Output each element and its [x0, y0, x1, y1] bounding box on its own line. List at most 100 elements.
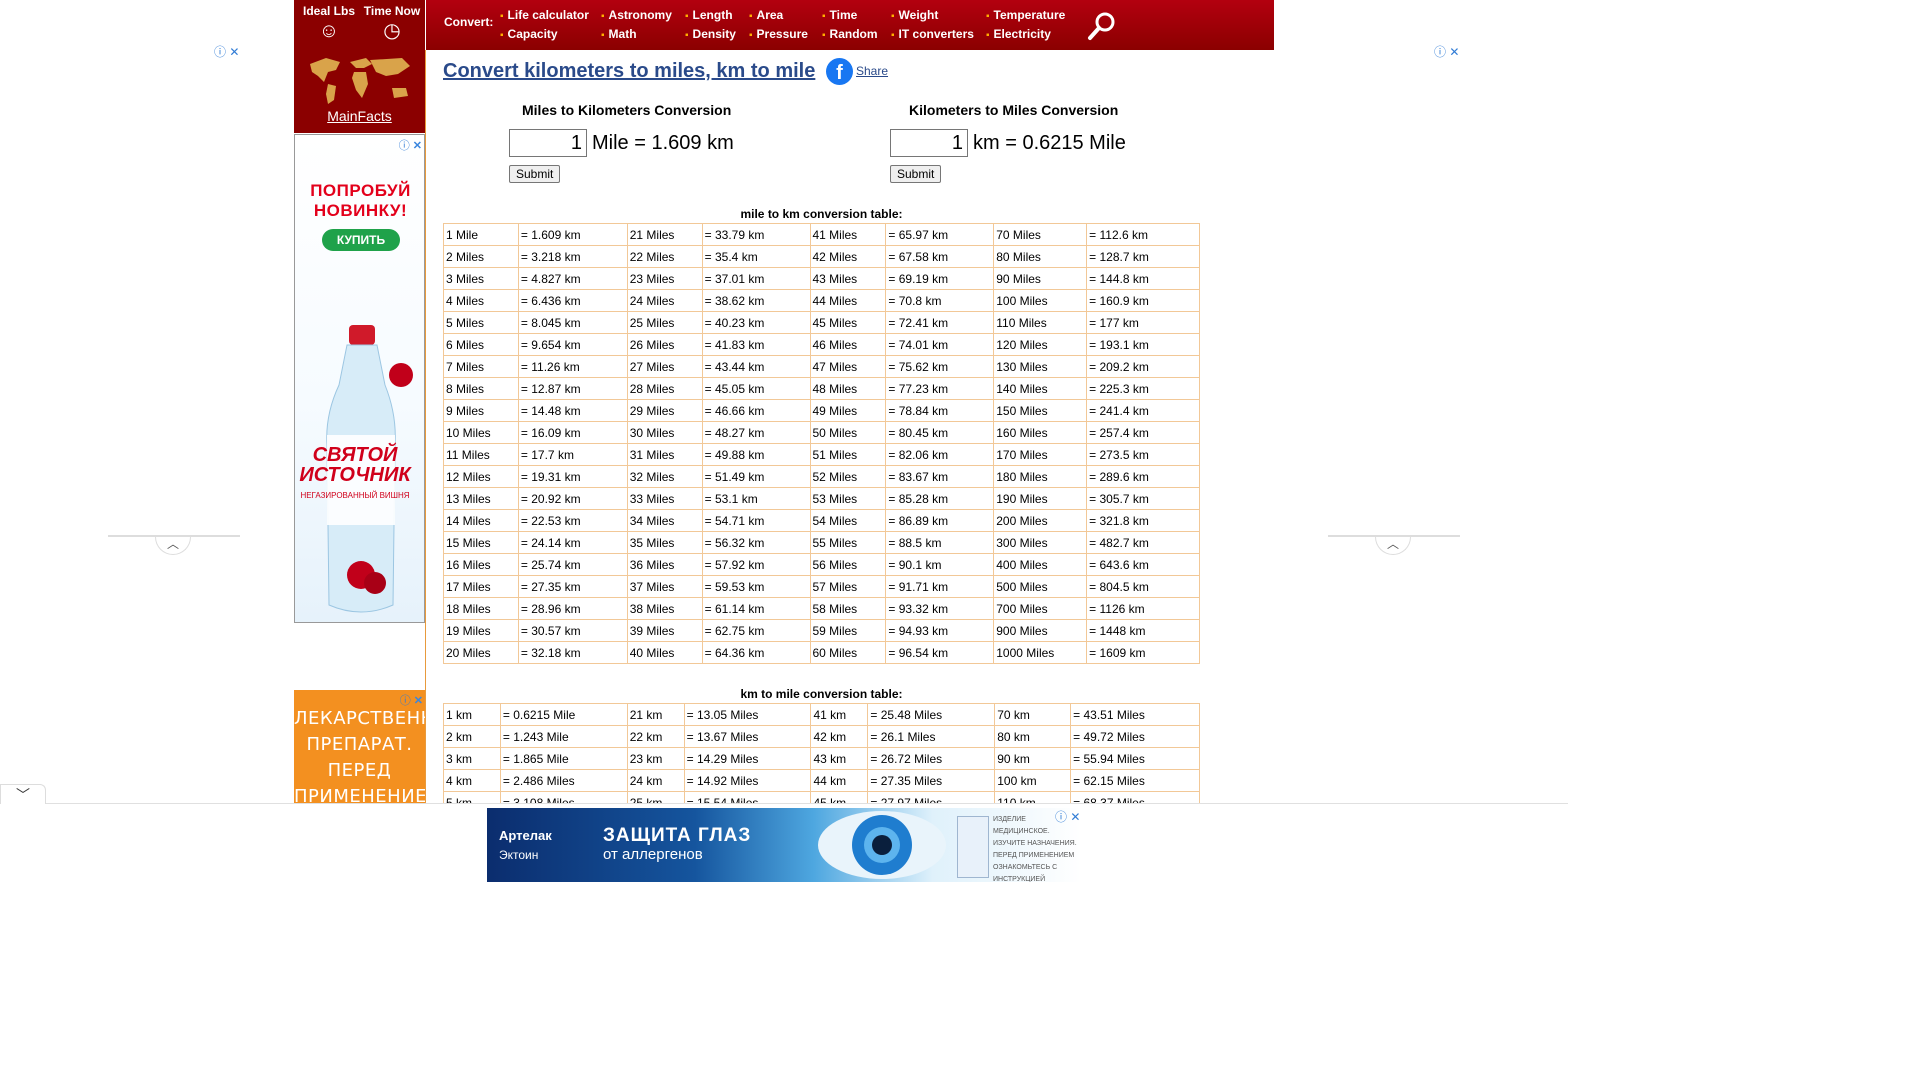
ad-buy-button[interactable]: КУПИТЬ [322, 229, 400, 251]
table-cell-result: = 91.71 km [885, 575, 995, 598]
table-cell-input: 43 km [810, 747, 869, 770]
table-cell-input: 3 Miles [443, 267, 519, 290]
table-cell-result: = 55.94 Miles [1070, 747, 1200, 770]
table-cell-result: = 25.74 km [517, 553, 628, 576]
table-cell-input: 24 Miles [626, 289, 703, 312]
table-cell-input: 29 Miles [626, 399, 703, 422]
miles-input[interactable] [509, 129, 587, 157]
table-cell-result: = 49.88 km [701, 443, 811, 466]
chevron-up-icon[interactable]: ︿ [1375, 537, 1411, 555]
mainfacts-map-link[interactable]: MainFacts [294, 50, 425, 133]
table-cell-result: = 62.15 Miles [1070, 769, 1200, 792]
ideal-lbs-link[interactable]: Ideal Lbs ☺ [298, 4, 360, 42]
table-cell-input: 47 Miles [809, 355, 887, 378]
page: Ideal Lbs ☺ Time Now ◷ MainFacts ⓘ ✕ ПОП… [0, 0, 1568, 882]
table-cell-result: = 305.7 km [1086, 487, 1200, 510]
nav-pressure[interactable]: Pressure [749, 27, 808, 41]
table-cell-input: 70 km [994, 703, 1072, 726]
chevron-down-icon[interactable]: ﹀ [0, 784, 46, 804]
table-cell-input: 20 Miles [443, 641, 519, 664]
share-link[interactable]: Share [856, 64, 888, 78]
table-cell-result: = 14.29 Miles [683, 747, 812, 770]
adchoices-icon[interactable]: ⓘ ✕ [1434, 43, 1459, 60]
nav-astronomy[interactable]: Astronomy [601, 8, 672, 22]
table-cell-input: 23 km [626, 747, 685, 770]
nav-it-converters[interactable]: IT converters [891, 27, 974, 41]
table-cell-input: 49 Miles [809, 399, 887, 422]
table-cell-result: = 46.66 km [701, 399, 811, 422]
ad-brand: Артелак [499, 828, 552, 843]
table-cell-result: = 12.87 km [517, 377, 628, 400]
nav-electricity[interactable]: Electricity [986, 27, 1051, 41]
table-cell-input: 41 Miles [809, 223, 887, 246]
table-cell-input: 100 km [994, 769, 1072, 792]
table-row: 7 Miles = 11.26 km 27 Miles = 43.44 km 47 Mi… [443, 355, 1200, 378]
ad-headline: ПОПРОБУЙ НОВИНКУ! [310, 181, 411, 220]
adchoices-icon[interactable]: ⓘ ✕ [214, 43, 239, 60]
table-cell-result: = 24.14 km [517, 531, 628, 554]
nav-life-calculator[interactable]: Life calculator [500, 8, 589, 22]
table-cell-input: 80 Miles [993, 245, 1088, 268]
table-cell-result: = 3.218 km [517, 245, 628, 268]
adchoices-icon[interactable]: ⓘ ✕ [1055, 808, 1080, 825]
table-cell-input: 24 km [626, 769, 685, 792]
adchoices-icon[interactable]: ⓘ ✕ [399, 137, 422, 153]
table-cell-result: = 160.9 km [1086, 289, 1200, 312]
table-cell-input: 28 Miles [626, 377, 703, 400]
mainfacts-link[interactable]: MainFacts [294, 108, 425, 124]
table-cell-result: = 112.6 km [1086, 223, 1200, 246]
search-icon[interactable] [1086, 10, 1118, 42]
table-cell-input: 500 Miles [993, 575, 1088, 598]
table-cell-input: 42 Miles [809, 245, 887, 268]
table-cell-result: = 177 km [1086, 311, 1200, 334]
table-cell-result: = 643.6 km [1086, 553, 1200, 576]
table-cell-result: = 77.23 km [885, 377, 995, 400]
chevron-up-icon[interactable]: ︿ [155, 537, 191, 555]
table-cell-result: = 56.32 km [701, 531, 811, 554]
table-row: 15 Miles = 24.14 km 35 Miles = 56.32 km 55 M… [443, 531, 1200, 554]
nav-temperature[interactable]: Temperature [986, 8, 1066, 22]
nav-capacity[interactable]: Capacity [500, 27, 558, 41]
nav-length[interactable]: Length [685, 8, 733, 22]
table-row: 3 Miles = 4.827 km 23 Miles = 37.01 km 43 Mi… [443, 267, 1200, 290]
nav-weight[interactable]: Weight [891, 8, 939, 22]
table-cell-input: 17 Miles [443, 575, 519, 598]
table-row: 10 Miles = 16.09 km 30 Miles = 48.27 km 50 M… [443, 421, 1200, 444]
km-input[interactable] [890, 129, 968, 157]
table-row: 14 Miles = 22.53 km 34 Miles = 54.71 km 54 M… [443, 509, 1200, 532]
table-cell-result: = 19.31 km [517, 465, 628, 488]
km-submit-button[interactable]: Submit [890, 165, 942, 183]
nav-time[interactable]: Time [822, 8, 858, 22]
table-cell-input: 80 km [994, 725, 1072, 748]
table-cell-result: = 88.5 km [885, 531, 995, 554]
time-now-link[interactable]: Time Now ◷ [361, 4, 423, 42]
table-cell-result: = 37.01 km [701, 267, 811, 290]
table-cell-result: = 45.05 km [701, 377, 811, 400]
table-row: 1 Mile = 1.609 km 21 Miles = 33.79 km 41 Mil… [443, 223, 1200, 246]
table-cell-input: 44 Miles [809, 289, 887, 312]
left-sidebar: Ideal Lbs ☺ Time Now ◷ MainFacts ⓘ ✕ ПОП… [294, 0, 425, 882]
page-title[interactable]: Convert kilometers to miles, km to mile [443, 60, 815, 83]
left-ad-banner[interactable]: ⓘ ✕ ПОПРОБУЙ НОВИНКУ! КУПИТЬ СВЯТОЙ ИСТО… [294, 134, 425, 623]
table-cell-result: = 80.45 km [885, 421, 995, 444]
table-row: 4 Miles = 6.436 km 24 Miles = 38.62 km 44 Mi… [443, 289, 1200, 312]
table-cell-result: = 75.62 km [885, 355, 995, 378]
table-cell-result: = 72.41 km [885, 311, 995, 334]
table-cell-input: 34 Miles [626, 509, 703, 532]
table-cell-input: 44 km [810, 769, 869, 792]
miles-submit-button[interactable]: Submit [509, 165, 561, 183]
facebook-icon[interactable]: f [826, 58, 853, 85]
table-cell-input: 33 Miles [626, 487, 703, 510]
table-row: 1 km = 0.6215 Mile 21 km = 13.05 Miles 41 km… [443, 703, 1200, 726]
table-cell-result: = 94.93 km [885, 619, 995, 642]
table-cell-input: 130 Miles [993, 355, 1088, 378]
nav-random[interactable]: Random [822, 27, 878, 41]
bottom-ad-banner[interactable]: Артелак Эктоин ЗАЩИТА ГЛАЗ от аллергенов… [487, 808, 1081, 882]
nav-math[interactable]: Math [601, 27, 637, 41]
table-cell-input: 12 Miles [443, 465, 519, 488]
table-cell-input: 190 Miles [993, 487, 1088, 510]
nav-density[interactable]: Density [685, 27, 736, 41]
nav-area[interactable]: Area [749, 8, 784, 22]
table-cell-result: = 22.53 km [517, 509, 628, 532]
table-cell-input: 2 km [443, 725, 501, 748]
